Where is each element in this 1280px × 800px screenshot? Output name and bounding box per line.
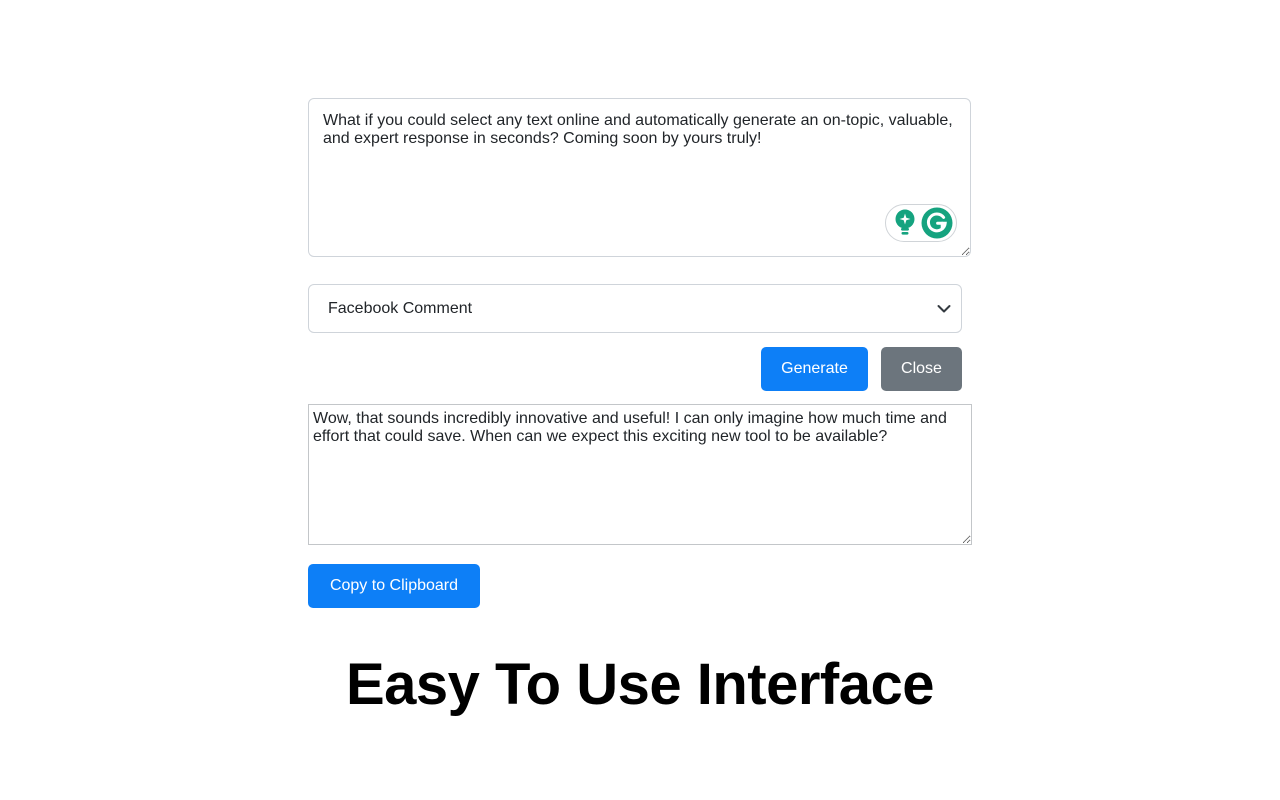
response-type-select[interactable]: Facebook Comment bbox=[308, 284, 962, 333]
chevron-down-icon bbox=[937, 304, 951, 312]
close-button[interactable]: Close bbox=[881, 347, 962, 391]
lightbulb-sparkle-icon[interactable] bbox=[892, 208, 918, 238]
copy-to-clipboard-button[interactable]: Copy to Clipboard bbox=[308, 564, 480, 608]
page-headline: Easy To Use Interface bbox=[345, 652, 935, 717]
response-type-value: Facebook Comment bbox=[328, 299, 473, 317]
response-textarea[interactable]: Wow, that sounds incredibly innovative a… bbox=[308, 404, 972, 545]
prompt-textarea[interactable]: What if you could select any text online… bbox=[308, 98, 971, 257]
grammarly-widget[interactable] bbox=[885, 204, 957, 242]
grammarly-g-icon[interactable] bbox=[921, 207, 953, 239]
generate-button[interactable]: Generate bbox=[761, 347, 868, 391]
